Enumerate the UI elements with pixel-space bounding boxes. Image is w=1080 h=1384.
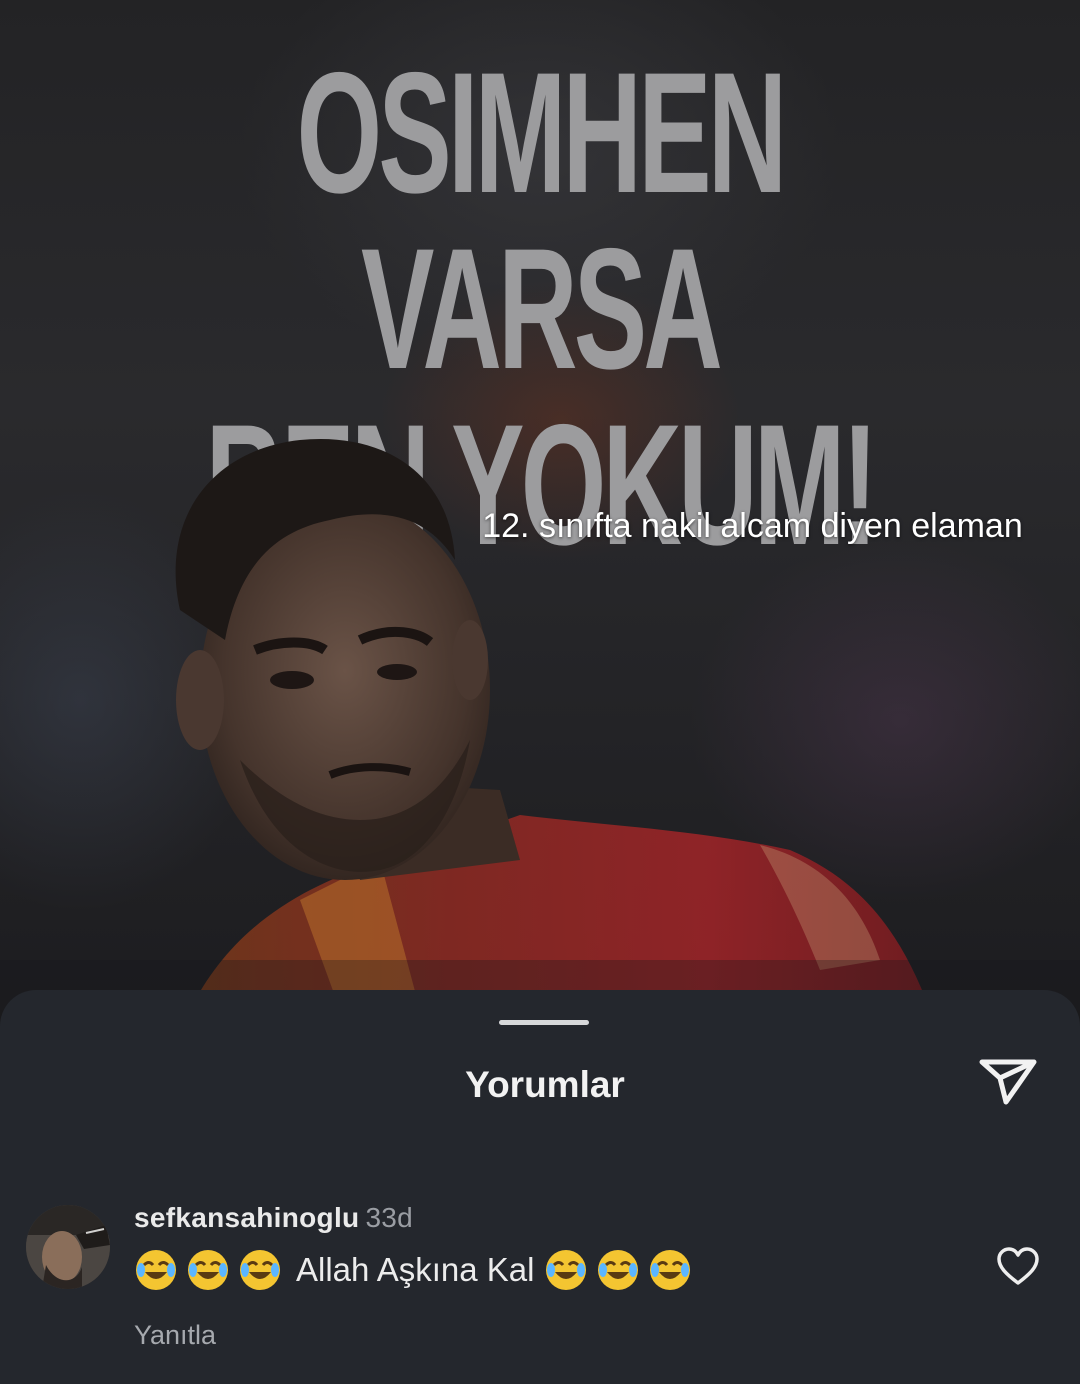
comment-body: Allah Aşkına Kal (134, 1248, 700, 1292)
laughing-emoji-icon (136, 1250, 176, 1290)
send-icon[interactable] (976, 1056, 1040, 1108)
laughing-emoji-icon (188, 1250, 228, 1290)
sheet-drag-handle[interactable] (499, 1020, 589, 1025)
laughing-emoji-icon (240, 1250, 280, 1290)
video-background[interactable]: OSIMHEN VARSA BEN YOKUM! 12. sınıfta nak… (0, 0, 1080, 1010)
comment-username[interactable]: sefkansahinoglu 33d (134, 1202, 413, 1234)
comment-text: Allah Aşkına Kal (296, 1251, 535, 1288)
comments-title: Yorumlar (465, 1064, 625, 1105)
reply-button[interactable]: Yanıtla (134, 1320, 216, 1351)
heart-icon[interactable] (996, 1246, 1040, 1286)
laughing-emoji-icon (650, 1250, 691, 1290)
laughing-emoji-icon (598, 1250, 639, 1290)
laughing-emoji-icon (546, 1250, 587, 1290)
avatar[interactable] (26, 1205, 110, 1289)
avatar-image (26, 1205, 110, 1289)
video-caption: 12. sınıfta nakil alcam diyen elaman (482, 507, 1023, 545)
comment-username-text[interactable]: sefkansahinoglu (134, 1202, 359, 1233)
comment-time: 33d (365, 1202, 414, 1233)
comments-sheet: Yorumlar sefkansahinoglu 33d Allah Aşkına… (0, 990, 1080, 1384)
